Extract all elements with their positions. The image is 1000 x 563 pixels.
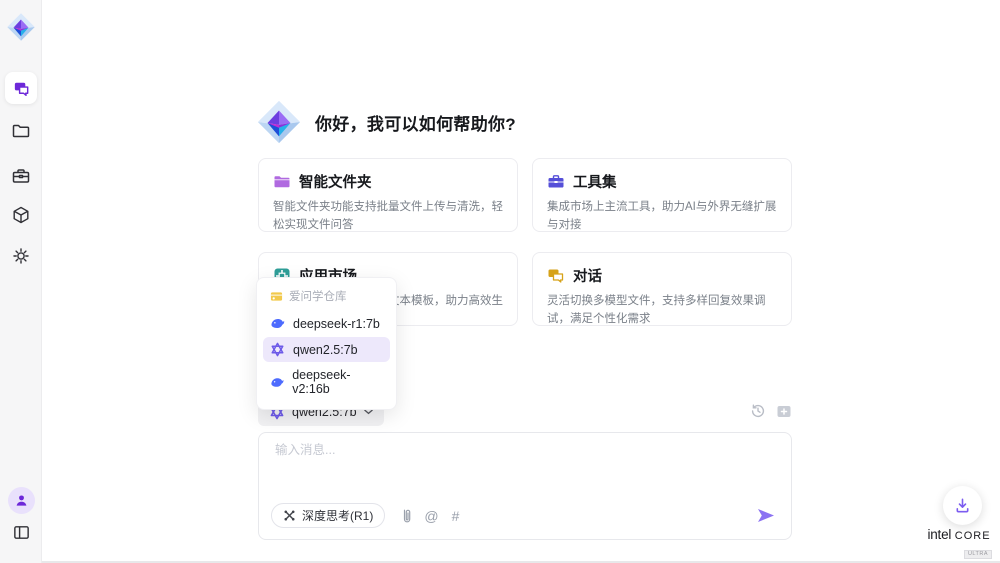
sidebar-item-chat[interactable] [5,72,37,104]
card-toolset[interactable]: 工具集 集成市场上主流工具，助力AI与外界无缝扩展与对接 [532,158,792,232]
download-icon [954,497,971,514]
repo-icon [270,290,283,303]
briefcase-icon [11,166,31,186]
card-conversation[interactable]: 对话 灵活切换多模型文件，支持多样回复效果调试，满足个性化需求 [532,252,792,326]
chat-icon [12,79,31,98]
send-icon [757,508,775,523]
deepseek-whale-icon [270,316,285,331]
core-text: core [955,530,991,542]
intel-core-logo: intel core ultra [925,527,993,560]
qwen-icon [270,342,285,357]
greeting: 你好，我可以如何帮助你? [256,99,516,145]
avatar [8,487,35,514]
card-title: 智能文件夹 [299,171,372,192]
sidebar-item-settings[interactable] [5,240,37,272]
gem-logo-icon [6,12,36,42]
person-icon [14,493,29,508]
card-title: 对话 [573,265,602,286]
model-option-qwen[interactable]: qwen2.5:7b [263,337,390,362]
smart-folder-icon [273,173,291,191]
deep-think-button[interactable]: 深度思考(R1) [271,503,385,528]
card-title: 工具集 [573,171,617,192]
intel-text: intel [927,527,951,542]
app-logo[interactable] [6,12,36,42]
gem-logo-icon [256,99,302,145]
sidebar-item-profile[interactable] [5,484,37,516]
card-description: 集成市场上主流工具，助力AI与外界无缝扩展与对接 [547,199,779,235]
model-option-deepseek-r1[interactable]: deepseek-r1:7b [263,311,390,336]
sidebar-item-panel-toggle[interactable] [5,516,37,548]
greeting-title: 你好，我可以如何帮助你? [315,110,516,135]
model-option-deepseek-v2[interactable]: deepseek-v2:16b [263,363,390,401]
card-description: 智能文件夹功能支持批量文件上传与清洗，轻松实现文件问答 [273,199,505,235]
panel-toggle-icon [12,523,31,542]
deepseek-whale-icon [270,375,284,390]
mention-icon[interactable]: @ [424,509,438,523]
send-button[interactable] [757,508,775,523]
sidebar-item-toolbox[interactable] [5,160,37,192]
card-smart-folder[interactable]: 智能文件夹 智能文件夹功能支持批量文件上传与清洗，轻松实现文件问答 [258,158,518,232]
history-icon[interactable] [750,403,766,419]
sidebar-item-models[interactable] [5,199,37,231]
gear-icon [11,246,31,266]
attachment-icon[interactable] [398,508,411,524]
sidebar-item-folders[interactable] [5,115,37,147]
download-button[interactable] [943,486,982,525]
hash-icon[interactable]: # [452,509,460,523]
composer: 深度思考(R1) @ # [258,432,792,540]
card-description: 灵活切换多模型文件，支持多样回复效果调试，满足个性化需求 [547,293,779,329]
ultra-badge: ultra [964,550,992,559]
cube-icon [11,205,31,225]
deep-think-icon [283,509,296,522]
model-dropdown: 爱问学仓库 deepseek-r1:7b qwen2.5:7b deepseek… [256,277,397,410]
conversation-icon [547,267,565,285]
new-chat-icon[interactable] [776,404,792,419]
folder-icon [11,121,31,141]
message-input[interactable] [275,443,775,457]
toolset-icon [547,173,565,191]
model-repo-header: 爱问学仓库 [263,284,390,310]
sidebar [0,0,42,563]
